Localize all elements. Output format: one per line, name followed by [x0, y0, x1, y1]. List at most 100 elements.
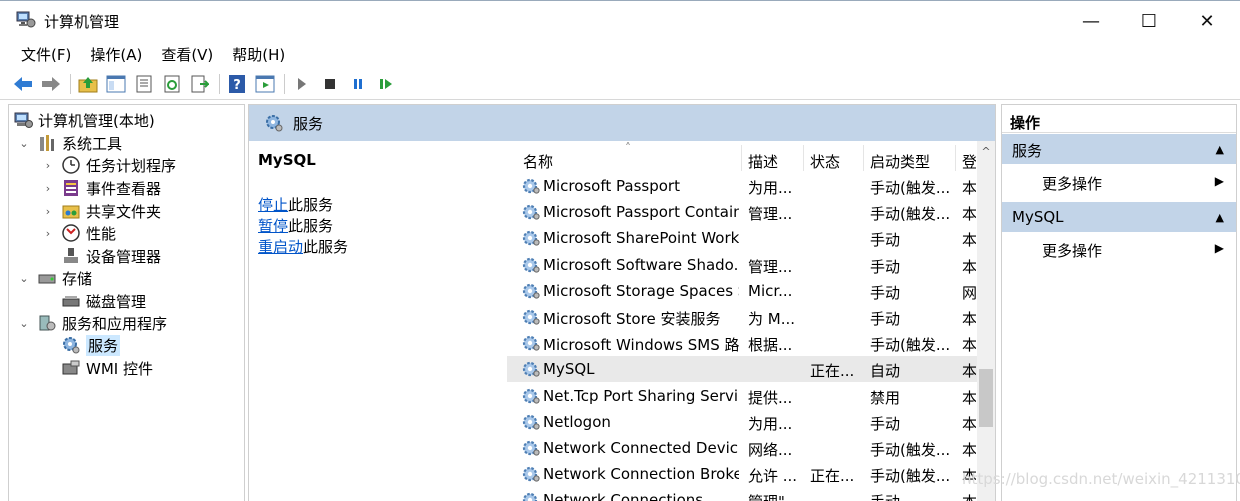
menu-file[interactable]: 文件(F): [14, 40, 78, 68]
service-row[interactable]: Network Connections 管理"... 手动本: [507, 487, 977, 501]
forward-button[interactable]: [40, 73, 62, 95]
service-row[interactable]: Microsoft Storage Spaces S... Micr... 手动 网: [507, 278, 977, 304]
tree-item-shared-folders[interactable]: › 共享文件夹: [41, 200, 161, 222]
restart-service-button[interactable]: [375, 73, 397, 95]
service-row[interactable]: MySQL 正在... 自动 本: [507, 356, 977, 383]
cell-logon: 本: [962, 491, 976, 501]
action-pane-button[interactable]: [254, 73, 276, 95]
cell-startup-type: 手动(触发...: [870, 179, 951, 197]
cell-description: 为 M...: [748, 310, 796, 328]
tree-label: 设备管理器: [86, 247, 162, 266]
collapse-triangle-icon[interactable]: ▲: [1216, 143, 1224, 156]
tree-item-storage[interactable]: ⌄ 存储: [17, 267, 92, 289]
tree-item-disk-management[interactable]: 磁盘管理: [61, 290, 146, 312]
submenu-arrow-icon: ▶: [1214, 241, 1224, 255]
wmi-control-icon: [62, 360, 80, 375]
menu-action[interactable]: 操作(A): [83, 40, 149, 68]
service-gear-icon: [521, 465, 541, 483]
minimize-button[interactable]: —: [1062, 1, 1120, 41]
collapse-chevron-icon[interactable]: ⌄: [17, 317, 31, 330]
tree-item-services[interactable]: 服务: [61, 334, 121, 356]
column-separator[interactable]: [863, 145, 864, 171]
more-actions-services[interactable]: 更多操作 ▶: [1002, 167, 1236, 195]
more-actions-mysql[interactable]: 更多操作 ▶: [1002, 234, 1236, 262]
export-list-button[interactable]: [189, 73, 211, 95]
stop-service-button[interactable]: [319, 73, 341, 95]
service-row[interactable]: Network Connection Broker 允许 ... 正在... 手动(触…: [507, 461, 977, 487]
performance-icon: [62, 224, 80, 242]
tree-item-device-manager[interactable]: 设备管理器: [61, 245, 161, 267]
column-header-description[interactable]: 描述: [748, 151, 778, 172]
computer-management-icon: [16, 11, 36, 28]
collapse-chevron-icon[interactable]: ⌄: [17, 137, 31, 150]
expand-chevron-icon[interactable]: ›: [41, 227, 55, 240]
actions-group-mysql[interactable]: MySQL ▲: [1002, 202, 1236, 232]
expand-chevron-icon[interactable]: ›: [41, 159, 55, 172]
cell-name: Microsoft Storage Spaces S...: [543, 281, 739, 300]
cell-name: Network Connected Devic...: [543, 439, 739, 457]
close-button[interactable]: ✕: [1178, 1, 1236, 41]
expand-chevron-icon[interactable]: ›: [41, 205, 55, 218]
properties-button[interactable]: [133, 73, 155, 95]
service-row[interactable]: Microsoft Software Shado... 管理... 手动 本: [507, 252, 977, 278]
toolbar-separator: [70, 73, 71, 94]
help-button[interactable]: ?: [226, 73, 248, 95]
column-separator[interactable]: [955, 145, 956, 171]
service-row[interactable]: Microsoft Store 安装服务 为 M... 手动 本: [507, 304, 977, 330]
menu-view[interactable]: 查看(V): [154, 40, 220, 68]
cell-startup-type: 手动(触发...: [870, 336, 951, 355]
service-row[interactable]: Microsoft Passport Container 管理... 手动(触发..…: [507, 199, 977, 225]
collapse-chevron-icon[interactable]: ⌄: [17, 272, 31, 285]
cell-startup-type: 手动(触发...: [870, 467, 951, 486]
column-header-status[interactable]: 状态: [810, 151, 840, 172]
tree-item-event-viewer[interactable]: › 事件查看器: [41, 177, 161, 199]
expand-chevron-icon[interactable]: ›: [41, 182, 55, 195]
vertical-scrollbar[interactable]: ^: [977, 141, 995, 501]
menu-help[interactable]: 帮助(H): [225, 40, 292, 68]
scroll-up-icon[interactable]: ^: [977, 145, 995, 163]
service-row[interactable]: Microsoft Passport 为用... 手动(触发... 本: [507, 173, 977, 199]
up-folder-icon: [78, 76, 98, 92]
column-separator[interactable]: [803, 145, 804, 171]
forward-arrow-icon: [42, 76, 60, 91]
column-separator[interactable]: [741, 145, 742, 171]
pause-service-button[interactable]: [347, 73, 369, 95]
show-hide-tree-button[interactable]: [105, 73, 127, 95]
tree-item-computer-management[interactable]: 计算机管理(本地): [13, 109, 155, 131]
tree-item-performance[interactable]: › 性能: [41, 222, 116, 244]
cell-name: Microsoft Windows SMS 路...: [543, 336, 739, 355]
service-row[interactable]: Netlogon 为用... 手动 本: [507, 409, 977, 435]
storage-icon: [38, 274, 56, 284]
actions-group-services[interactable]: 服务 ▲: [1002, 134, 1236, 164]
cell-logon: 本: [962, 336, 976, 355]
cell-logon: 本: [962, 257, 976, 276]
pause-service-link[interactable]: 暂停: [258, 217, 288, 235]
up-one-level-button[interactable]: [77, 73, 99, 95]
service-row[interactable]: Microsoft Windows SMS 路... 根据... 手动(触发... 本: [507, 330, 977, 356]
stop-service-link[interactable]: 停止: [258, 196, 288, 214]
tree-item-task-scheduler[interactable]: › 任务计划程序: [41, 154, 176, 176]
maximize-button[interactable]: ☐: [1120, 1, 1178, 41]
column-header-logon[interactable]: 登: [962, 151, 976, 172]
cell-name: Microsoft Software Shado...: [543, 255, 739, 274]
service-row[interactable]: Microsoft SharePoint Work... 手动 本: [507, 225, 977, 251]
column-header-startup-type[interactable]: 启动类型: [870, 151, 930, 172]
back-arrow-icon: [14, 76, 32, 91]
tree-item-system-tools[interactable]: ⌄ 系统工具: [17, 132, 122, 154]
collapse-triangle-icon[interactable]: ▲: [1216, 211, 1224, 224]
tree-item-wmi[interactable]: WMI 控件: [61, 357, 153, 379]
tree-item-services-apps[interactable]: ⌄ 服务和应用程序: [17, 312, 167, 334]
service-row[interactable]: Net.Tcp Port Sharing Service 提供... 禁用 本: [507, 383, 977, 409]
column-header-name[interactable]: 名称: [523, 151, 553, 172]
cell-description: 管理"...: [748, 491, 800, 501]
back-button[interactable]: [12, 73, 34, 95]
restart-service-link[interactable]: 重启动: [258, 238, 303, 256]
service-row[interactable]: Network Connected Devic... 网络... 手动(触发... 本: [507, 435, 977, 461]
refresh-button[interactable]: [161, 73, 183, 95]
tree-label: 服务和应用程序: [62, 314, 168, 333]
cell-name: MySQL: [543, 360, 595, 379]
window-title: 计算机管理: [44, 13, 120, 31]
start-service-button[interactable]: [291, 73, 313, 95]
toolbar-separator: [219, 73, 220, 94]
scrollbar-thumb[interactable]: [979, 369, 993, 427]
